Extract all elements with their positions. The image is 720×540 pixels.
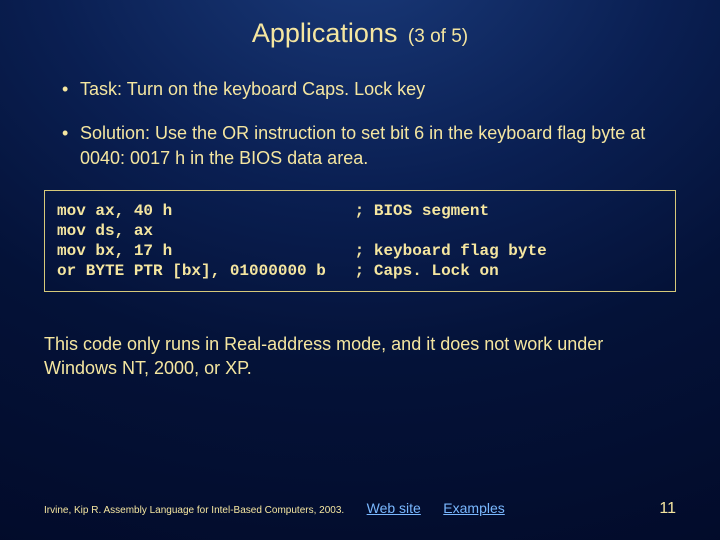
citation-text: Irvine, Kip R. Assembly Language for Int… <box>44 505 344 516</box>
web-site-link[interactable]: Web site <box>367 500 421 516</box>
examples-link[interactable]: Examples <box>443 500 504 516</box>
slide-subtitle: (3 of 5) <box>408 26 468 47</box>
slide-title-area: Applications (3 of 5) <box>0 0 720 49</box>
note-text: This code only runs in Real-address mode… <box>44 332 676 381</box>
bullet-item: •Solution: Use the OR instruction to set… <box>44 121 680 170</box>
bullet-icon: • <box>62 77 80 101</box>
page-number: 11 <box>659 500 676 518</box>
bullet-icon: • <box>62 121 80 145</box>
footer: Irvine, Kip R. Assembly Language for Int… <box>0 500 720 518</box>
slide-title: Applications <box>252 18 398 48</box>
bullet-list: •Task: Turn on the keyboard Caps. Lock k… <box>0 77 720 170</box>
code-box: mov ax, 40 h ; BIOS segment mov ds, ax m… <box>44 190 676 292</box>
bullet-text: Task: Turn on the keyboard Caps. Lock ke… <box>80 79 425 99</box>
bullet-item: •Task: Turn on the keyboard Caps. Lock k… <box>44 77 680 101</box>
bullet-text: Solution: Use the OR instruction to set … <box>80 123 645 167</box>
